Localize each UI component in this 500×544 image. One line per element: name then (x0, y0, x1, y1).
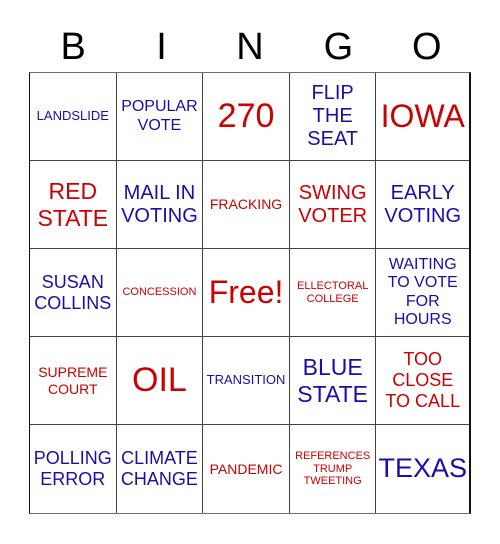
bingo-cell[interactable]: POPULAR VOTE (116, 73, 204, 161)
bingo-cell[interactable]: TEXAS (376, 425, 469, 513)
bingo-cell[interactable]: IOWA (376, 73, 469, 161)
bingo-cell[interactable]: MAIL IN VOTING (116, 161, 204, 249)
header-letter-o: O (411, 26, 442, 68)
header-letter-n: N (236, 26, 264, 68)
bingo-board: LANDSLIDE POPULAR VOTE 270 FLIP THE SEAT… (29, 72, 471, 514)
bingo-cell[interactable]: 270 (203, 73, 290, 161)
bingo-cell[interactable]: EARLY VOTING (376, 161, 469, 249)
bingo-cell[interactable]: SWING VOTER (289, 161, 377, 249)
bingo-cell[interactable]: TRANSITION (203, 337, 290, 425)
bingo-cell[interactable]: SUSAN COLLINS (30, 249, 117, 337)
header-letter-i: I (156, 26, 167, 68)
header-letter-g: G (323, 26, 354, 68)
bingo-cell[interactable]: BLUE STATE (289, 337, 377, 425)
bingo-cell[interactable]: SUPREME COURT (30, 337, 117, 425)
bingo-cell[interactable]: FRACKING (203, 161, 290, 249)
bingo-header: B I N G O (29, 22, 471, 72)
bingo-cell[interactable]: PANDEMIC (203, 425, 290, 513)
bingo-cell[interactable]: LANDSLIDE (30, 73, 117, 161)
bingo-cell[interactable]: WAITING TO VOTE FOR HOURS (376, 249, 469, 337)
bingo-cell[interactable]: CONCESSION (116, 249, 204, 337)
bingo-cell[interactable]: CLIMATE CHANGE (117, 425, 204, 513)
bingo-cell[interactable]: OIL (116, 337, 204, 425)
free-space-cell[interactable]: Free! (203, 249, 290, 337)
bingo-cell[interactable]: POLLING ERROR (30, 425, 117, 513)
bingo-cell[interactable]: REFERENCES TRUMP TWEETING (290, 425, 377, 513)
bingo-cell[interactable]: ELLECTORAL COLLEGE (289, 249, 377, 337)
bingo-cell[interactable]: TOO CLOSE TO CALL (376, 337, 469, 425)
header-letter-b: B (60, 26, 86, 68)
bingo-cell[interactable]: RED STATE (30, 161, 117, 249)
bingo-cell[interactable]: FLIP THE SEAT (289, 73, 377, 161)
